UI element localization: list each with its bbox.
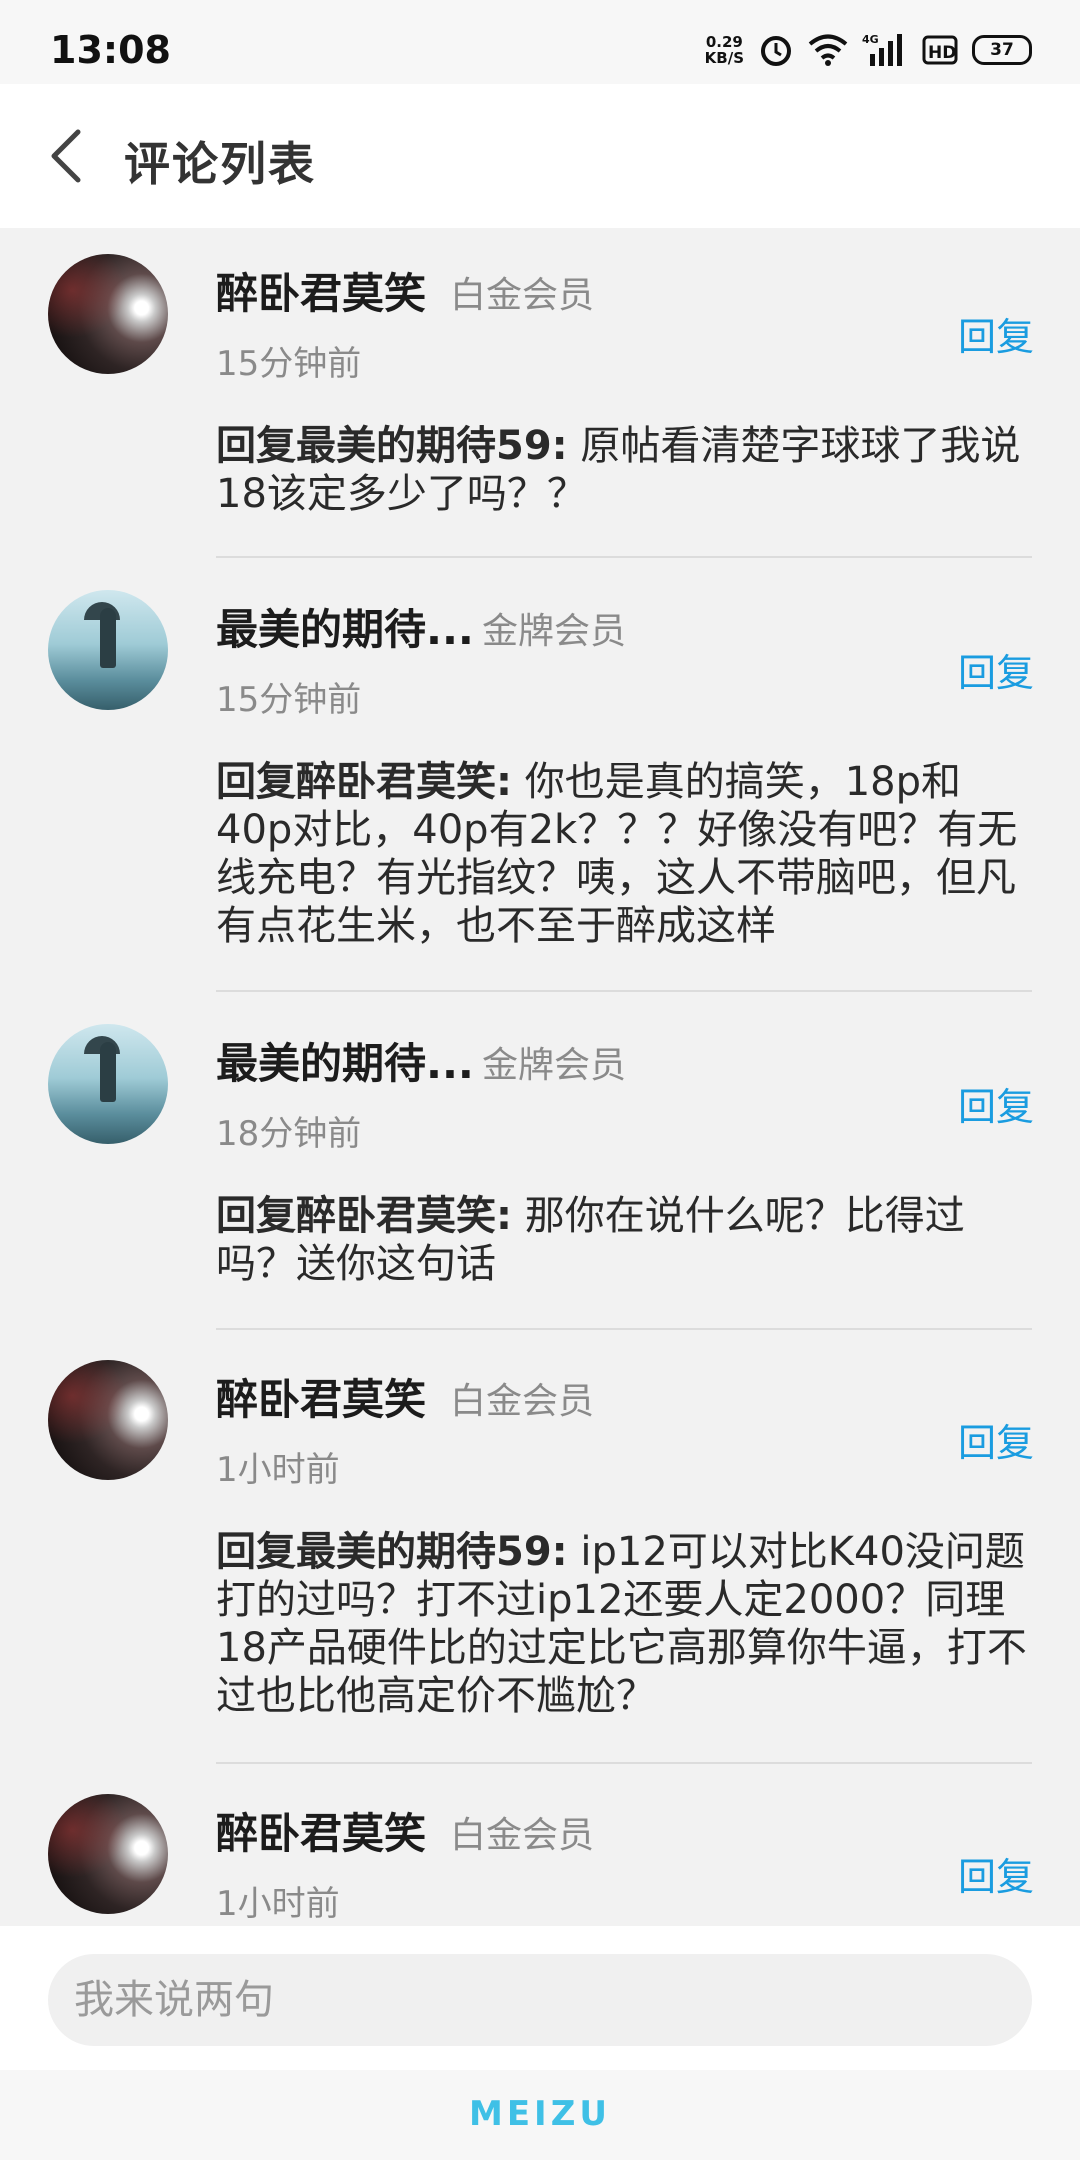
back-button[interactable]: [44, 126, 94, 186]
status-icons: 0.29 KB/S 4G HD 37: [705, 30, 1032, 70]
reply-button[interactable]: 回复: [958, 1412, 1034, 1467]
alarm-icon: [758, 32, 794, 68]
hd-icon: HD: [922, 33, 958, 67]
comment-item: 醉卧君莫笑 白金会员 15分钟前 回复 回复最美的期待59: 原帖看清楚字球球了…: [0, 228, 1080, 558]
status-time: 13:08: [50, 28, 171, 72]
avatar[interactable]: [48, 1794, 168, 1914]
divider: [216, 556, 1032, 558]
comment-item: 最美的期待... 金牌会员 15分钟前 回复 回复醉卧君莫笑: 你也是真的搞笑，…: [0, 564, 1080, 994]
app-header: 评论列表: [0, 84, 1080, 228]
comment-item: 醉卧君莫笑 白金会员 1小时前 回复: [0, 1768, 1080, 1926]
chevron-left-icon: [51, 129, 81, 183]
reply-target: 回复醉卧君莫笑:: [216, 759, 512, 805]
avatar[interactable]: [48, 1024, 168, 1144]
comment-input-bar: [0, 1926, 1080, 2070]
avatar[interactable]: [48, 254, 168, 374]
reply-button[interactable]: 回复: [958, 1846, 1034, 1901]
svg-text:4G: 4G: [862, 33, 879, 46]
username[interactable]: 最美的期待...: [216, 596, 474, 657]
reply-target: 回复最美的期待59:: [216, 423, 568, 469]
wifi-icon: [808, 33, 848, 67]
signal-4g-icon: 4G: [862, 32, 908, 68]
member-badge: 白金会员: [450, 275, 595, 316]
comment-text: 回复最美的期待59: ip12可以对比K40没问题打的过吗？打不过ip12还要人…: [216, 1529, 1027, 1719]
divider: [216, 1328, 1032, 1330]
reply-button[interactable]: 回复: [958, 642, 1034, 697]
status-bar: 13:08 0.29 KB/S 4G HD 37: [0, 0, 1080, 84]
divider: [216, 1762, 1032, 1764]
comment-text: 回复醉卧君莫笑: 那你在说什么呢？比得过吗？送你这句话: [216, 1193, 965, 1287]
comment-item: 最美的期待... 金牌会员 18分钟前 回复 回复醉卧君莫笑: 那你在说什么呢？…: [0, 998, 1080, 1332]
comment-text: 回复醉卧君莫笑: 你也是真的搞笑，18p和40p对比，40p有2k？？？好像没有…: [216, 759, 1018, 949]
comment-input[interactable]: [48, 1954, 1032, 2046]
member-badge: 金牌会员: [482, 611, 627, 652]
avatar[interactable]: [48, 590, 168, 710]
brand-logo: MEIZU: [469, 2094, 611, 2134]
comment-time: 15分钟前: [216, 680, 362, 720]
divider: [216, 990, 1032, 992]
reply-button[interactable]: 回复: [958, 1076, 1034, 1131]
comment-time: 1小时前: [216, 1450, 340, 1490]
reply-target: 回复最美的期待59:: [216, 1529, 568, 1575]
username[interactable]: 醉卧君莫笑: [216, 1366, 426, 1427]
comment-list[interactable]: 醉卧君莫笑 白金会员 15分钟前 回复 回复最美的期待59: 原帖看清楚字球球了…: [0, 228, 1080, 1926]
net-speed: 0.29 KB/S: [704, 33, 744, 67]
member-badge: 金牌会员: [482, 1045, 627, 1086]
username[interactable]: 最美的期待...: [216, 1030, 474, 1091]
reply-button[interactable]: 回复: [958, 306, 1034, 361]
comment-time: 18分钟前: [216, 1114, 362, 1154]
member-badge: 白金会员: [450, 1815, 595, 1856]
comment-time: 1小时前: [216, 1884, 340, 1924]
reply-target: 回复醉卧君莫笑:: [216, 1193, 512, 1239]
battery-icon: 37: [972, 35, 1032, 65]
username[interactable]: 醉卧君莫笑: [216, 260, 426, 321]
comment-item: 醉卧君莫笑 白金会员 1小时前 回复 回复最美的期待59: ip12可以对比K4…: [0, 1334, 1080, 1764]
comment-time: 15分钟前: [216, 344, 362, 384]
system-nav-bar: MEIZU: [0, 2070, 1080, 2160]
member-badge: 白金会员: [450, 1381, 595, 1422]
avatar[interactable]: [48, 1360, 168, 1480]
comment-text: 回复最美的期待59: 原帖看清楚字球球了我说18该定多少了吗？？: [216, 423, 1021, 517]
username[interactable]: 醉卧君莫笑: [216, 1800, 426, 1861]
page-title: 评论列表: [124, 137, 316, 191]
svg-text:HD: HD: [928, 43, 956, 63]
